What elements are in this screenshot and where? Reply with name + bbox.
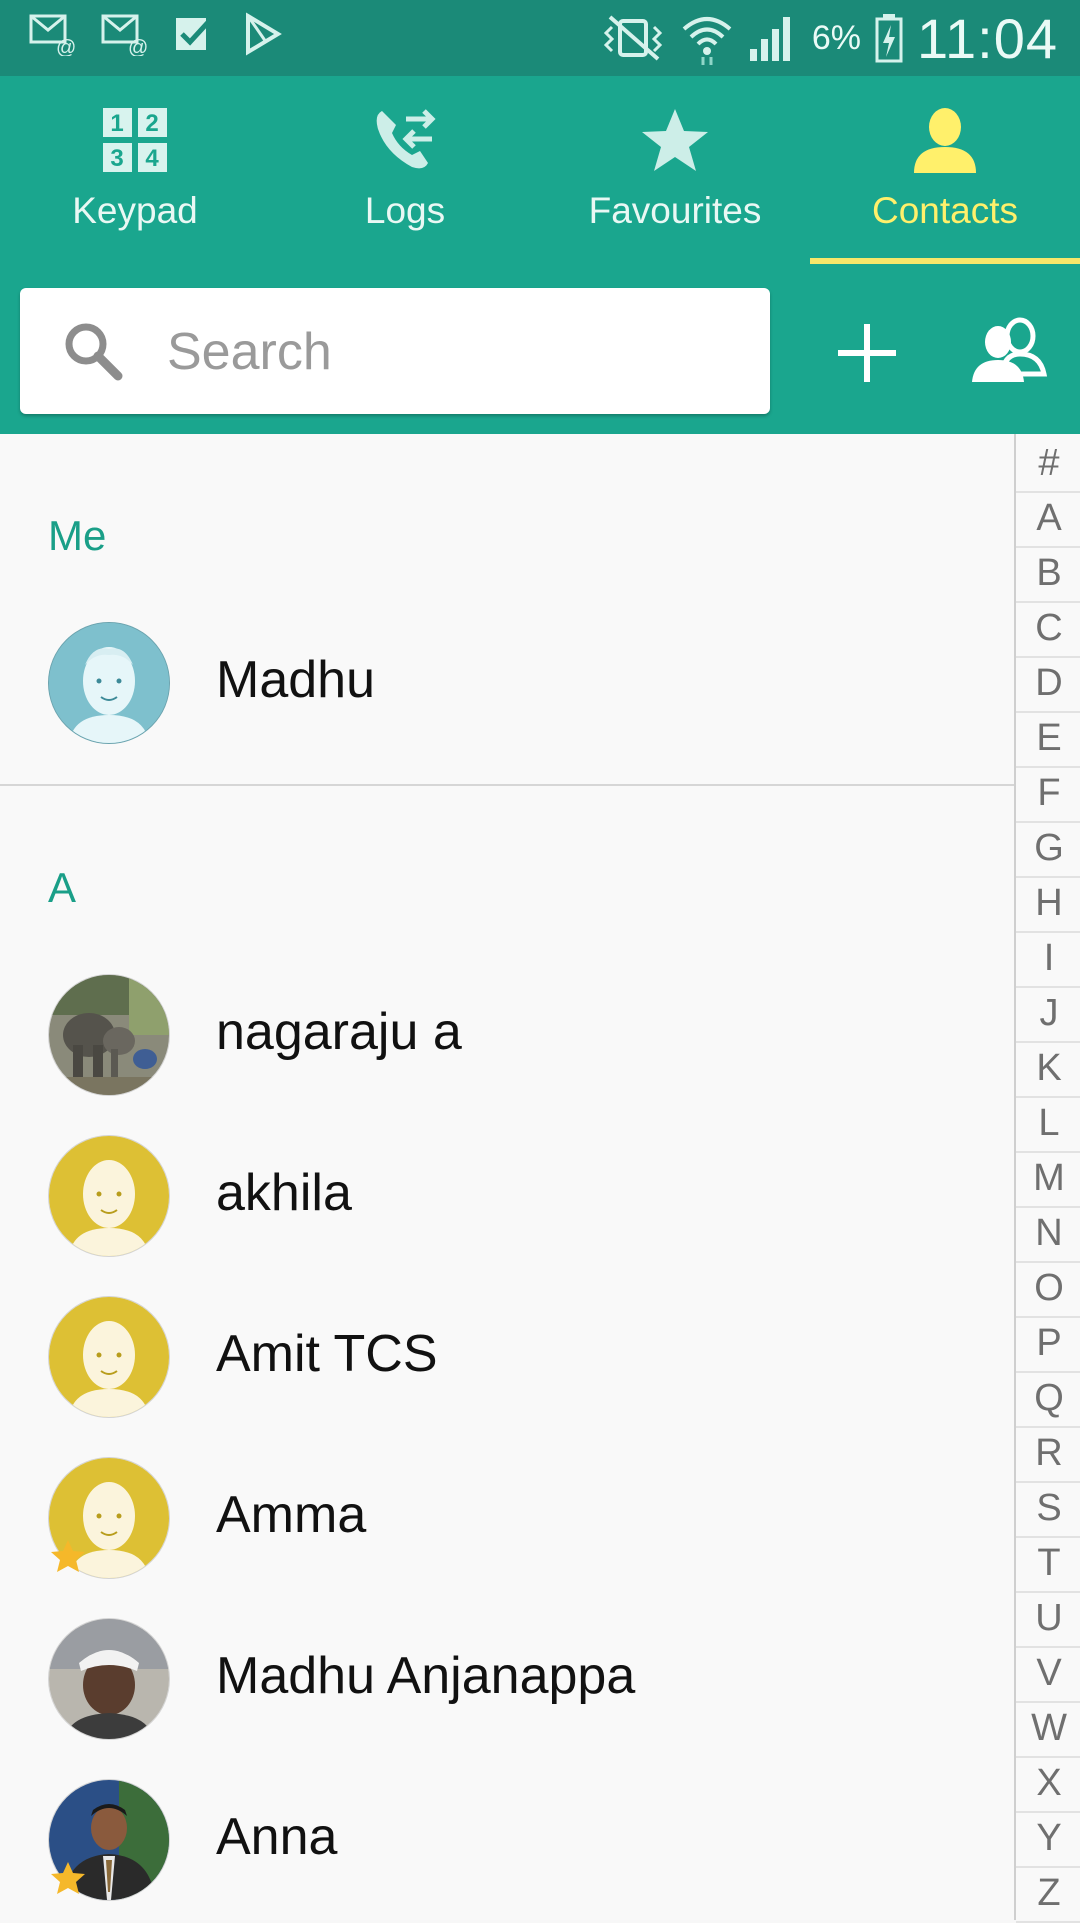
vibrate-mute-icon (603, 15, 662, 61)
svg-text:3: 3 (110, 145, 123, 172)
svg-text:2: 2 (145, 110, 158, 137)
search-row (0, 288, 1080, 416)
battery-percent: 6% (811, 18, 862, 57)
contact-name: akhila (216, 1164, 352, 1222)
email-notification-icon: @ (101, 14, 148, 56)
index-letter[interactable]: B (1016, 546, 1080, 603)
default-avatar-yellow (49, 1136, 169, 1256)
search-icon (65, 323, 123, 381)
index-letter[interactable]: G (1016, 821, 1080, 878)
status-bar: @ @ 6% 11:04 (0, 0, 1080, 76)
index-letter[interactable]: Q (1016, 1371, 1080, 1428)
svg-text:4: 4 (145, 145, 159, 172)
default-avatar-blue (49, 623, 169, 743)
index-letter[interactable]: C (1016, 601, 1080, 658)
index-letter[interactable]: Y (1016, 1811, 1080, 1868)
contact-person-icon (914, 108, 976, 173)
avatar (48, 1618, 170, 1740)
index-letter[interactable]: P (1016, 1316, 1080, 1373)
call-logs-icon (376, 109, 436, 169)
list-item[interactable]: Madhu Anjanappa (0, 1598, 1014, 1758)
index-letter[interactable]: Z (1016, 1866, 1080, 1923)
tab-logs[interactable]: Logs (270, 76, 540, 264)
index-letter[interactable]: X (1016, 1756, 1080, 1813)
index-letter[interactable]: V (1016, 1646, 1080, 1703)
index-letter[interactable]: N (1016, 1206, 1080, 1263)
system-status: 6% 11:04 (600, 6, 1058, 70)
index-letter[interactable]: S (1016, 1481, 1080, 1538)
section-header-a: A (48, 864, 77, 911)
index-letter[interactable]: D (1016, 656, 1080, 713)
contact-name: Amma (216, 1486, 367, 1544)
index-letter[interactable]: # (1016, 436, 1080, 493)
tab-label: Favourites (588, 190, 762, 231)
svg-text:@: @ (128, 37, 148, 56)
tab-keypad[interactable]: 1 2 3 4 Keypad (0, 76, 270, 264)
groups-icon[interactable] (968, 316, 1048, 388)
index-letter[interactable]: J (1016, 986, 1080, 1043)
star-icon (642, 109, 708, 171)
svg-text:@: @ (56, 37, 76, 56)
play-store-icon (246, 12, 282, 56)
index-letter[interactable]: H (1016, 876, 1080, 933)
tab-label: Contacts (871, 190, 1018, 231)
signal-icon (749, 17, 790, 61)
list-item[interactable]: Anna (0, 1759, 1014, 1919)
index-letter[interactable]: A (1016, 491, 1080, 548)
add-icon[interactable] (832, 318, 902, 388)
avatar (48, 622, 170, 744)
index-letter[interactable]: U (1016, 1591, 1080, 1648)
tab-favourites[interactable]: Favourites (540, 76, 810, 264)
keypad-icon: 1 2 3 4 (103, 108, 167, 172)
tab-indicator (810, 258, 1080, 264)
svg-text:1: 1 (110, 110, 123, 137)
contact-name: Madhu Anjanappa (216, 1647, 636, 1705)
clock: 11:04 (917, 6, 1058, 70)
index-letter[interactable]: R (1016, 1426, 1080, 1483)
task-done-icon (176, 16, 214, 50)
section-header-me: Me (48, 512, 107, 559)
index-letter[interactable]: O (1016, 1261, 1080, 1318)
alphabet-index-bar[interactable]: # A B C D E F G H I J K L M N O P Q R S T U V W X Y Z (1014, 434, 1080, 1923)
index-letter[interactable]: W (1016, 1701, 1080, 1758)
avatar (48, 974, 170, 1096)
list-item[interactable]: Amma (0, 1437, 1014, 1597)
tab-label: Keypad (72, 190, 198, 231)
photo-elephants (49, 975, 169, 1095)
photo-man-cap (49, 1619, 169, 1739)
tab-label: Logs (364, 190, 446, 231)
section-divider (0, 784, 1014, 786)
contact-name: Amit TCS (216, 1325, 438, 1383)
list-item[interactable]: nagaraju a (0, 954, 1014, 1114)
avatar (48, 1296, 170, 1418)
notification-icons: @ @ (28, 12, 284, 56)
wifi-icon (682, 17, 732, 65)
avatar (48, 1135, 170, 1257)
email-notification-icon: @ (29, 14, 76, 56)
default-avatar-yellow (49, 1297, 169, 1417)
list-item[interactable]: Amit TCS (0, 1276, 1014, 1436)
favourite-star-icon (51, 1862, 85, 1894)
contact-name: Anna (216, 1808, 338, 1866)
search-input[interactable] (165, 312, 749, 392)
contacts-list[interactable]: Me Madhu A nagaraju a akhila Amit TCS Am… (0, 434, 1014, 1920)
list-item[interactable]: akhila (0, 1115, 1014, 1275)
favourite-star-icon (51, 1540, 85, 1572)
battery-charging-icon (875, 14, 903, 63)
index-letter[interactable]: E (1016, 711, 1080, 768)
tab-bar: 1 2 3 4 Keypad Logs Favourites Contacts (0, 76, 1080, 264)
index-letter[interactable]: L (1016, 1096, 1080, 1153)
index-letter[interactable]: K (1016, 1041, 1080, 1098)
search-box[interactable] (20, 288, 770, 414)
contact-name: Madhu (216, 651, 375, 709)
list-item-me[interactable]: Madhu (0, 602, 1014, 762)
tab-contacts[interactable]: Contacts (810, 76, 1080, 264)
index-letter[interactable]: T (1016, 1536, 1080, 1593)
app-header: 1 2 3 4 Keypad Logs Favourites Contacts … (0, 76, 1080, 434)
index-letter[interactable]: F (1016, 766, 1080, 823)
index-letter[interactable]: M (1016, 1151, 1080, 1208)
index-letter[interactable]: I (1016, 931, 1080, 988)
contact-name: nagaraju a (216, 1003, 462, 1061)
